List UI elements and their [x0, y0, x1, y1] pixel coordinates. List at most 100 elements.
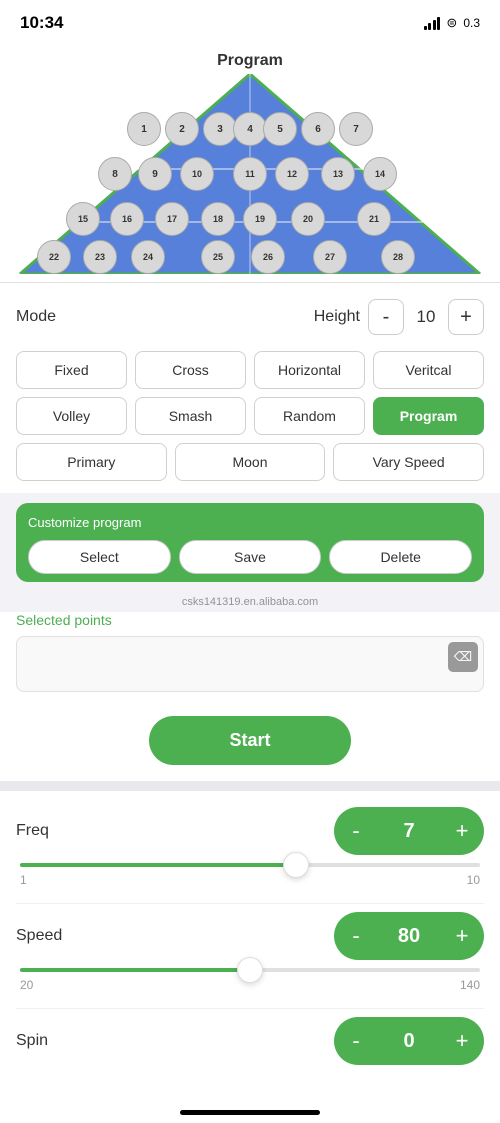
- court-area: Program 1 2 3 4 5 6 7 8 9 10 11 12 1: [0, 44, 500, 282]
- mode-volley-button[interactable]: Volley: [16, 397, 127, 435]
- triangle-container: 1 2 3 4 5 6 7 8 9 10 11 12 13 14 15 16 1…: [0, 74, 500, 274]
- ball-24[interactable]: 24: [131, 240, 165, 274]
- customize-section: Customize program Select Save Delete: [16, 503, 484, 582]
- customize-buttons: Select Save Delete: [28, 540, 472, 574]
- speed-slider-thumb[interactable]: [237, 957, 263, 983]
- ball-19[interactable]: 19: [243, 202, 277, 236]
- ball-17[interactable]: 17: [155, 202, 189, 236]
- freq-control: - 7 +: [334, 807, 484, 855]
- mode-random-button[interactable]: Random: [254, 397, 365, 435]
- speed-max-label: 140: [460, 978, 480, 992]
- height-minus-button[interactable]: -: [368, 299, 404, 335]
- speed-control: - 80 +: [334, 912, 484, 960]
- selected-points-container: Selected points ⌫: [0, 612, 500, 700]
- mode-buttons-row1: Fixed Cross Horizontal Veritcal: [16, 351, 484, 389]
- ball-15[interactable]: 15: [66, 202, 100, 236]
- height-plus-button[interactable]: +: [448, 299, 484, 335]
- mode-buttons-row2: Volley Smash Random Program: [16, 397, 484, 435]
- ball-13[interactable]: 13: [321, 157, 355, 191]
- selected-points-label: Selected points: [16, 612, 484, 628]
- mode-primary-button[interactable]: Primary: [16, 443, 167, 481]
- ball-22[interactable]: 22: [37, 240, 71, 274]
- freq-value: 7: [384, 820, 434, 843]
- mode-moon-button[interactable]: Moon: [175, 443, 326, 481]
- mode-vertical-button[interactable]: Veritcal: [373, 351, 484, 389]
- freq-max-label: 10: [467, 873, 480, 887]
- speed-plus-button[interactable]: +: [444, 918, 480, 954]
- signal-icon: [424, 16, 441, 30]
- freq-plus-button[interactable]: +: [444, 813, 480, 849]
- ball-9[interactable]: 9: [138, 157, 172, 191]
- speed-slider-track[interactable]: [20, 968, 480, 972]
- ball-1[interactable]: 1: [127, 112, 161, 146]
- freq-minus-button[interactable]: -: [338, 813, 374, 849]
- status-bar: 10:34 ⊜ 0.3: [0, 0, 500, 44]
- watermark: csks141319.en.alibaba.com: [0, 592, 500, 612]
- mode-horizontal-button[interactable]: Horizontal: [254, 351, 365, 389]
- controls-section: Mode Height - 10 + Fixed Cross Horizonta…: [0, 283, 500, 493]
- height-control: Height - 10 +: [314, 299, 484, 335]
- mode-vary-speed-button[interactable]: Vary Speed: [333, 443, 484, 481]
- ball-5[interactable]: 5: [263, 112, 297, 146]
- ball-21[interactable]: 21: [357, 202, 391, 236]
- speed-slider-fill: [20, 968, 250, 972]
- height-value: 10: [412, 307, 440, 327]
- speed-min-label: 20: [20, 978, 33, 992]
- spin-plus-button[interactable]: +: [444, 1023, 480, 1059]
- mode-fixed-button[interactable]: Fixed: [16, 351, 127, 389]
- court-header-title: Program: [0, 44, 500, 74]
- delete-button[interactable]: Delete: [329, 540, 472, 574]
- ball-26[interactable]: 26: [251, 240, 285, 274]
- ball-23[interactable]: 23: [83, 240, 117, 274]
- freq-label: Freq: [16, 822, 86, 840]
- ball-2[interactable]: 2: [165, 112, 199, 146]
- customize-label: Customize program: [28, 515, 472, 530]
- mode-program-button[interactable]: Program: [373, 397, 484, 435]
- battery-indicator: 0.3: [463, 16, 480, 30]
- ball-7[interactable]: 7: [339, 112, 373, 146]
- ball-27[interactable]: 27: [313, 240, 347, 274]
- freq-slider-thumb[interactable]: [283, 852, 309, 878]
- mode-label: Mode: [16, 308, 56, 326]
- spin-control: - 0 +: [334, 1017, 484, 1065]
- clear-points-button[interactable]: ⌫: [448, 642, 478, 672]
- ball-28[interactable]: 28: [381, 240, 415, 274]
- mode-smash-button[interactable]: Smash: [135, 397, 246, 435]
- start-button[interactable]: Start: [149, 716, 350, 765]
- speed-slider-row: 20 140: [16, 968, 484, 992]
- params-section: Freq - 7 + 1 10 Speed - 80 + 20: [0, 791, 500, 1089]
- speed-row: Speed - 80 +: [16, 912, 484, 960]
- points-wrapper: ⌫: [16, 636, 484, 692]
- section-separator: [0, 781, 500, 791]
- ball-4[interactable]: 4: [233, 112, 267, 146]
- ball-8[interactable]: 8: [98, 157, 132, 191]
- ball-16[interactable]: 16: [110, 202, 144, 236]
- start-section: Start: [0, 700, 500, 781]
- freq-min-label: 1: [20, 873, 27, 887]
- ball-20[interactable]: 20: [291, 202, 325, 236]
- selected-points-input[interactable]: [16, 636, 484, 692]
- speed-value: 80: [384, 925, 434, 948]
- freq-row: Freq - 7 +: [16, 807, 484, 855]
- select-button[interactable]: Select: [28, 540, 171, 574]
- freq-slider-track[interactable]: [20, 863, 480, 867]
- ball-3[interactable]: 3: [203, 112, 237, 146]
- speed-spin-divider: [16, 1008, 484, 1009]
- home-bar: [180, 1110, 320, 1115]
- ball-11[interactable]: 11: [233, 157, 267, 191]
- ball-25[interactable]: 25: [201, 240, 235, 274]
- wifi-icon: ⊜: [446, 15, 457, 31]
- ball-18[interactable]: 18: [201, 202, 235, 236]
- ball-10[interactable]: 10: [180, 157, 214, 191]
- home-indicator: [0, 1089, 500, 1123]
- spin-row: Spin - 0 +: [16, 1017, 484, 1065]
- ball-12[interactable]: 12: [275, 157, 309, 191]
- save-button[interactable]: Save: [179, 540, 322, 574]
- freq-slider-fill: [20, 863, 296, 867]
- freq-slider-row: 1 10: [16, 863, 484, 887]
- mode-cross-button[interactable]: Cross: [135, 351, 246, 389]
- ball-6[interactable]: 6: [301, 112, 335, 146]
- speed-minus-button[interactable]: -: [338, 918, 374, 954]
- ball-14[interactable]: 14: [363, 157, 397, 191]
- spin-minus-button[interactable]: -: [338, 1023, 374, 1059]
